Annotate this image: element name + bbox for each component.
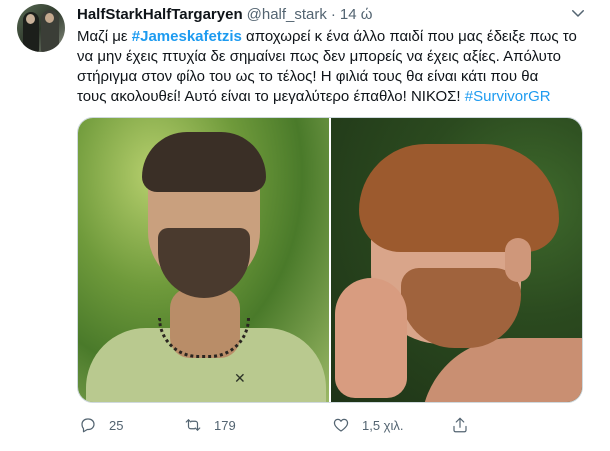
tweet-timestamp[interactable]: 14 ώ <box>340 6 373 23</box>
avatar[interactable] <box>17 4 65 52</box>
hashtag-link[interactable]: #SurvivorGR <box>465 88 551 105</box>
retweet-count: 179 <box>214 417 236 433</box>
tweet-text-line: στήριγμα στον φίλο του ως το τέλος! Η φι… <box>77 68 539 85</box>
like-count: 1,5 χιλ. <box>362 417 404 433</box>
retweet-button[interactable]: 179 <box>184 413 236 437</box>
share-button[interactable] <box>451 413 469 437</box>
photo-beard <box>158 228 250 298</box>
tweet-text: Μαζί με #Jameskafetzis αποχωρεί κ ένα άλ… <box>77 27 597 107</box>
photo-hair <box>359 144 559 252</box>
avatar-face <box>45 13 54 23</box>
tweet-text-line: Μαζί με #Jameskafetzis αποχωρεί κ ένα άλ… <box>77 27 597 47</box>
reply-count: 25 <box>109 417 124 433</box>
tweet-text-line: τους ακολουθεί! Αυτό είναι το μεγαλύτερο… <box>77 87 597 107</box>
chevron-down-icon <box>572 10 584 17</box>
text-segment: τους ακολουθεί! Αυτό είναι το μεγαλύτερο… <box>77 88 465 105</box>
tweet-header: HalfStarkHalfTargaryen @half_stark · 14 … <box>77 4 372 24</box>
media-photo[interactable]: ✕ <box>78 118 329 402</box>
retweet-icon <box>185 419 201 431</box>
text-segment: Μαζί με <box>77 28 132 45</box>
text-segment: αποχωρεί κ ένα άλλο παιδί που μας έδειξε… <box>241 28 577 45</box>
hashtag-link[interactable]: #Jameskafetzis <box>132 28 242 45</box>
author-display-name[interactable]: HalfStarkHalfTargaryen <box>77 6 243 23</box>
author-handle[interactable]: @half_stark <box>247 6 327 23</box>
tweet-text-line: να μην έχεις πτυχία δε σημαίνει πως δεν … <box>77 48 561 65</box>
like-button[interactable]: 1,5 χιλ. <box>332 413 404 437</box>
reply-button[interactable]: 25 <box>79 413 123 437</box>
avatar-face <box>26 14 35 24</box>
photo-ear <box>505 238 531 282</box>
shirt-logo-icon: ✕ <box>234 370 246 386</box>
action-bar: 25 179 1,5 χιλ. <box>77 413 597 437</box>
heart-icon <box>333 418 349 432</box>
media-photo[interactable] <box>331 118 582 402</box>
media-grid: ✕ <box>77 117 583 403</box>
photo-hand <box>335 278 407 398</box>
separator-dot: · <box>330 5 336 23</box>
photo-shoulder <box>421 338 582 402</box>
more-icon[interactable] <box>566 3 590 23</box>
photo-hair <box>142 132 266 192</box>
reply-icon <box>81 418 95 433</box>
share-icon <box>453 417 467 433</box>
tweet[interactable]: HalfStarkHalfTargaryen @half_stark · 14 … <box>0 0 610 451</box>
